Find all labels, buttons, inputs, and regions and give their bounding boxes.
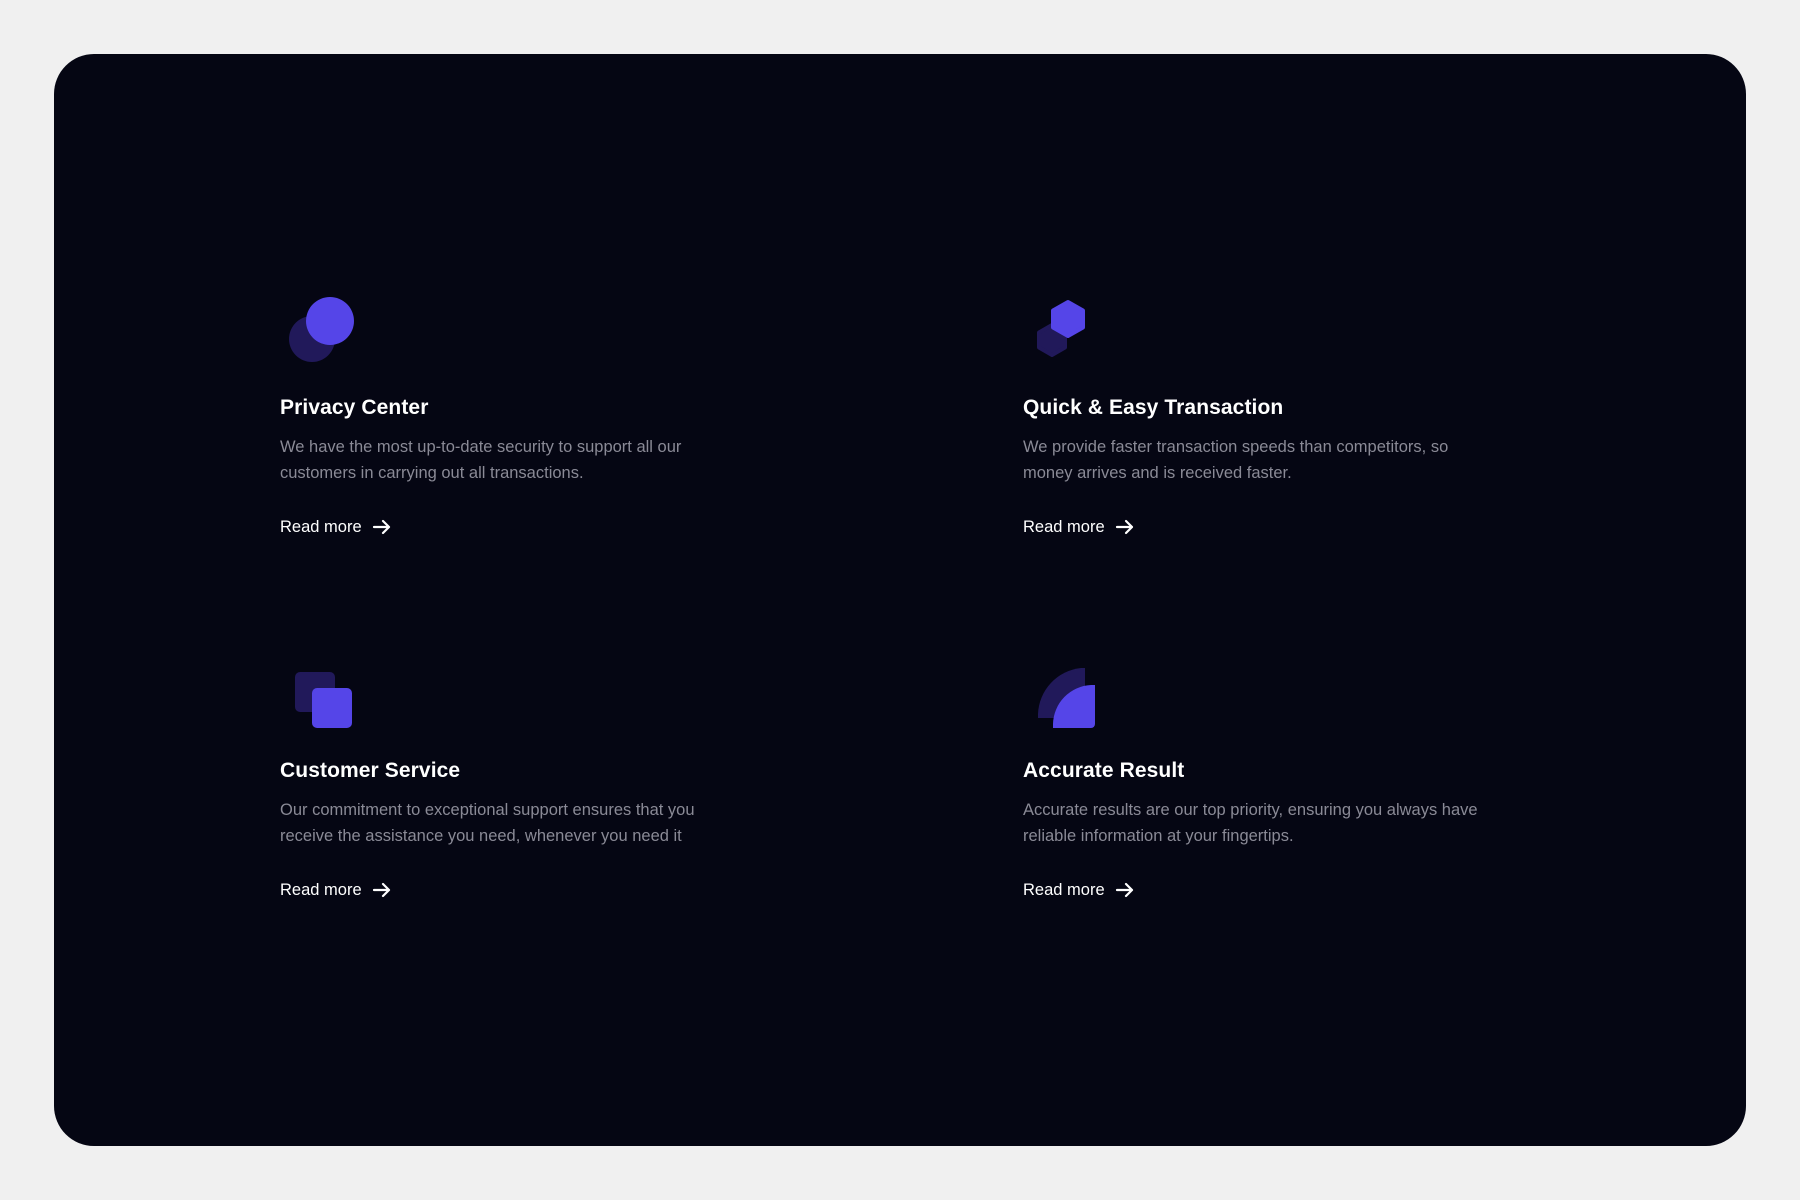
read-more-link[interactable]: Read more [1023, 516, 1135, 538]
read-more-link[interactable]: Read more [1023, 879, 1135, 901]
feature-card-customer-service: Customer Service Our commitment to excep… [280, 653, 760, 901]
feature-card-accurate-result: Accurate Result Accurate results are our… [1023, 653, 1503, 901]
read-more-label: Read more [280, 881, 362, 899]
read-more-link[interactable]: Read more [280, 879, 392, 901]
feature-description: Accurate results are our top priority, e… [1023, 801, 1478, 845]
feature-card-quick-easy-transaction: Quick & Easy Transaction We provide fast… [1023, 290, 1503, 538]
arrow-right-icon [372, 882, 390, 898]
feature-description: We provide faster transaction speeds tha… [1023, 438, 1449, 482]
overlapping-circles-icon [289, 297, 354, 362]
read-more-label: Read more [280, 518, 362, 536]
feature-card-privacy-center: Privacy Center We have the most up-to-da… [280, 290, 760, 538]
feature-description: Our commitment to exceptional support en… [280, 801, 695, 845]
features-panel: Privacy Center We have the most up-to-da… [54, 54, 1746, 1146]
hexagon-icon [1037, 300, 1085, 357]
feature-title: Privacy Center [280, 396, 429, 419]
read-more-label: Read more [1023, 881, 1105, 899]
quarter-circle-icon [1038, 668, 1095, 728]
arrow-right-icon [1115, 519, 1133, 535]
arrow-right-icon [1115, 882, 1133, 898]
feature-title: Customer Service [280, 759, 461, 782]
read-more-link[interactable]: Read more [280, 516, 392, 538]
feature-description: We have the most up-to-date security to … [280, 438, 682, 482]
read-more-label: Read more [1023, 518, 1105, 536]
feature-title: Quick & Easy Transaction [1023, 396, 1284, 419]
arrow-right-icon [372, 519, 390, 535]
overlapping-squares-icon [295, 672, 352, 728]
feature-title: Accurate Result [1023, 759, 1185, 782]
